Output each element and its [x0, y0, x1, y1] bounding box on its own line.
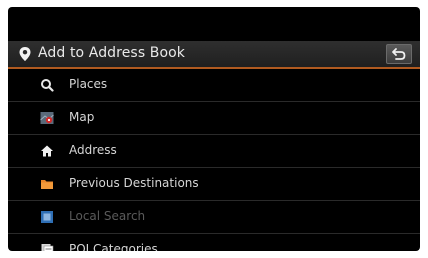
location-pin-icon	[19, 47, 31, 61]
navigation-screen: Add to Address Book Places Map Address P…	[8, 7, 420, 251]
menu-item-label: Address	[69, 143, 117, 157]
map-icon	[40, 112, 54, 124]
magnifier-icon	[41, 79, 54, 92]
menu-item-label: Map	[69, 110, 95, 124]
back-arrow-icon	[392, 48, 406, 60]
menu-item-local-search: Local Search	[8, 201, 420, 234]
house-icon	[41, 145, 53, 157]
menu-item-label: Previous Destinations	[69, 176, 199, 190]
menu-item-places[interactable]: Places	[8, 69, 420, 102]
poi-icon	[41, 244, 54, 251]
local-search-icon	[41, 211, 53, 223]
folder-icon	[41, 180, 53, 189]
menu-item-address[interactable]: Address	[8, 135, 420, 168]
back-button[interactable]	[386, 44, 412, 64]
page-title: Add to Address Book	[38, 45, 186, 61]
menu-item-previous-destinations[interactable]: Previous Destinations	[8, 168, 420, 201]
menu-item-map[interactable]: Map	[8, 102, 420, 135]
title-bar: Add to Address Book	[8, 41, 420, 69]
menu-item-label: POI Categories	[69, 242, 158, 251]
menu-item-poi-categories[interactable]: POI Categories	[8, 234, 420, 251]
menu-item-label: Places	[69, 77, 108, 91]
menu-item-label: Local Search	[69, 209, 146, 223]
